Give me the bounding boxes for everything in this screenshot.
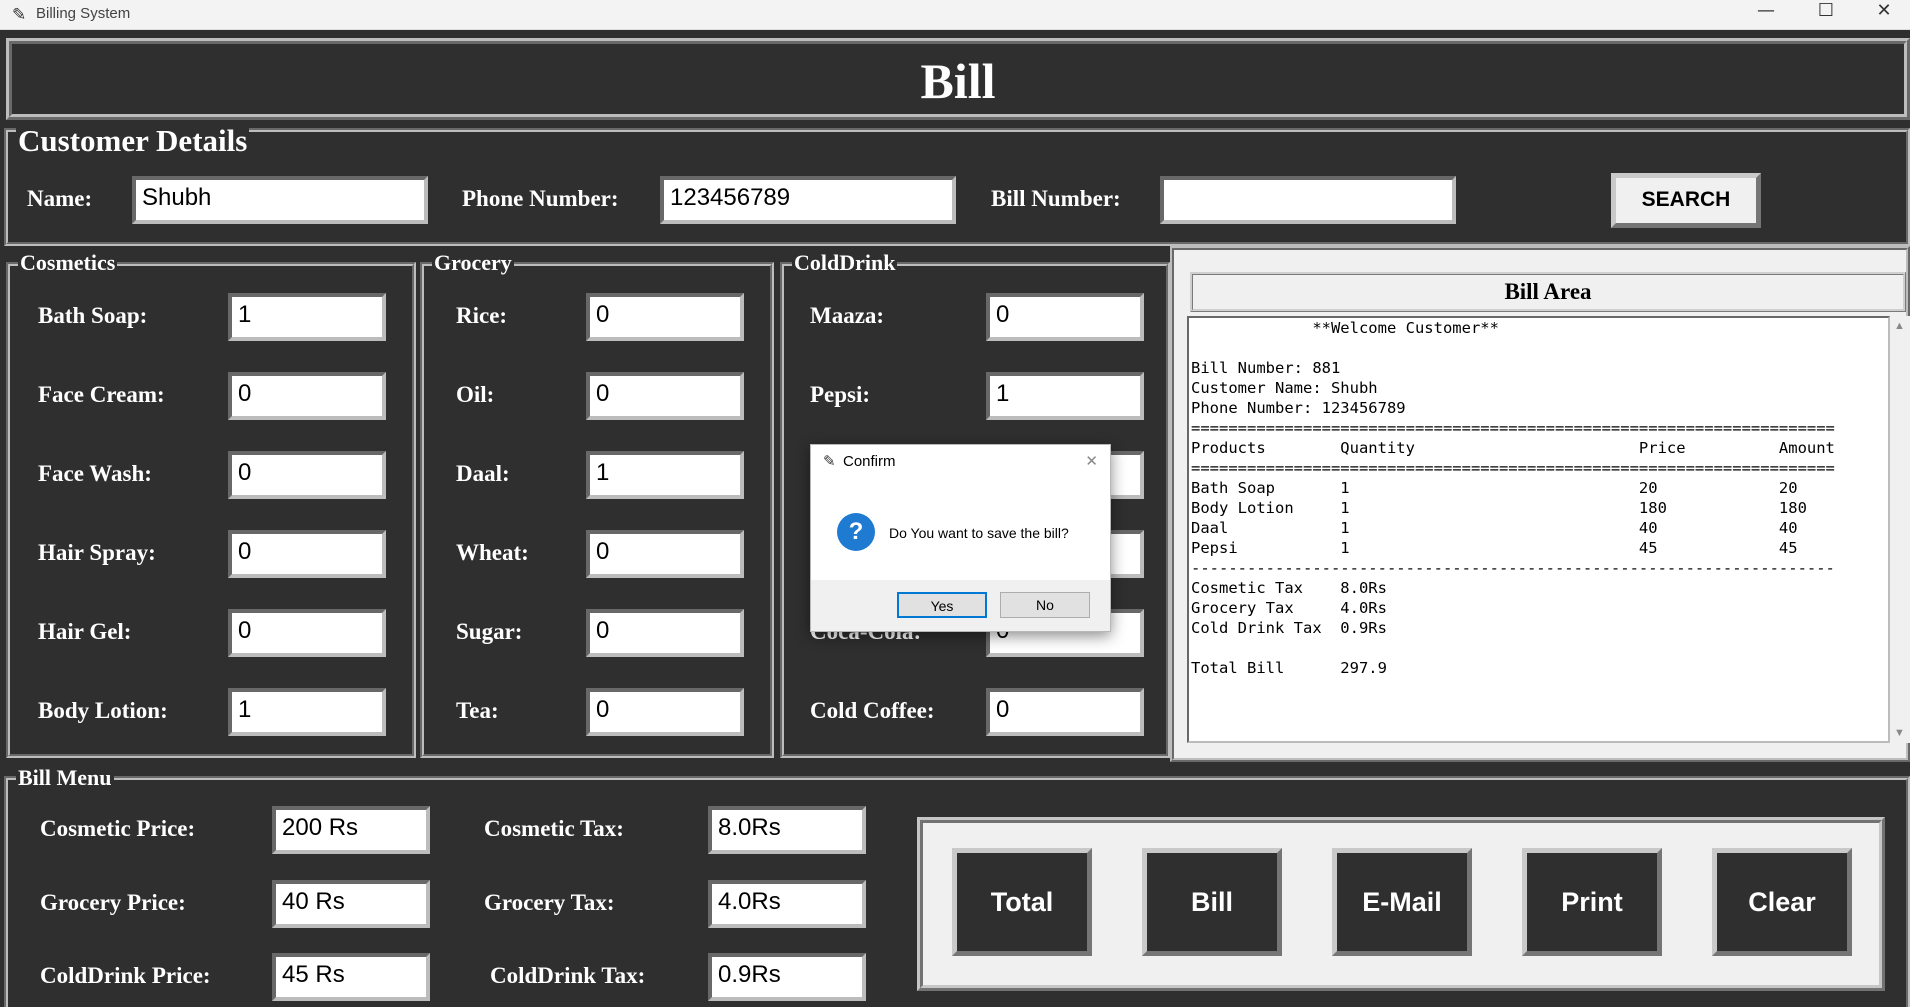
grocery-quantity-input[interactable]: 0 [586, 609, 744, 657]
colddrink-item-label: Maaza: [810, 303, 885, 328]
bill-text-line: Customer Name: Shubh [1191, 379, 1378, 397]
total-button[interactable]: Total [952, 848, 1092, 956]
grocery-title: Grocery [432, 250, 514, 275]
colddrink-quantity-input[interactable]: 0 [986, 688, 1144, 736]
bill-text-line: ========================================… [1191, 419, 1835, 437]
cosmetic-item-label: Hair Gel: [38, 619, 132, 644]
bill-text-line: Bill Number: 881 [1191, 359, 1341, 377]
bill-text-line: Grocery Tax 4.0Rs [1191, 599, 1387, 617]
colddrink-price-field[interactable]: 45 Rs [272, 953, 430, 1001]
colddrink-tax-field[interactable]: 0.9Rs [708, 953, 866, 1001]
phone-label: Phone Number: [462, 186, 619, 211]
print-button[interactable]: Print [1522, 848, 1662, 956]
bill-text-line: ----------------------------------------… [1191, 559, 1835, 577]
cosmetic-price-label: Cosmetic Price: [40, 816, 196, 841]
grocery-item-label: Wheat: [456, 540, 529, 565]
bill-text-line: Bath Soap 1 20 20 [1191, 479, 1798, 497]
bill-button[interactable]: Bill [1142, 848, 1282, 956]
grocery-quantity-input[interactable]: 0 [586, 688, 744, 736]
bill-area-title: Bill Area [1190, 272, 1906, 312]
grocery-tax-label: Grocery Tax: [484, 890, 615, 915]
cosmetic-quantity-input[interactable]: 0 [228, 372, 386, 420]
dialog-no-button[interactable]: No [1000, 592, 1090, 618]
cosmetic-item-label: Body Lotion: [38, 698, 168, 723]
name-label: Name: [27, 186, 93, 211]
email-button[interactable]: E-Mail [1332, 848, 1472, 956]
dialog-message: Do You want to save the bill? [889, 525, 1069, 541]
colddrink-title: ColdDrink [792, 250, 898, 275]
phone-input[interactable]: 123456789 [660, 176, 956, 224]
cosmetic-item-label: Face Cream: [38, 382, 165, 407]
grocery-quantity-input[interactable]: 0 [586, 372, 744, 420]
clear-button[interactable]: Clear [1712, 848, 1852, 956]
grocery-price-field[interactable]: 40 Rs [272, 880, 430, 928]
bill-menu-title: Bill Menu [16, 765, 114, 790]
bill-text-line: Products Quantity Price Amount [1191, 439, 1835, 457]
scroll-up-arrow-icon[interactable]: ▲ [1894, 320, 1905, 332]
search-button[interactable]: SEARCH [1611, 173, 1761, 228]
bill-text-line: Phone Number: 123456789 [1191, 399, 1406, 417]
maximize-button[interactable]: ☐ [1796, 0, 1856, 30]
bill-text-line: ========================================… [1191, 459, 1835, 477]
grocery-tax-field[interactable]: 4.0Rs [708, 880, 866, 928]
cosmetic-tax-field[interactable]: 8.0Rs [708, 806, 866, 854]
cosmetic-quantity-input[interactable]: 1 [228, 293, 386, 341]
bill-text-line: Cold Drink Tax 0.9Rs [1191, 619, 1387, 637]
grocery-item-label: Sugar: [456, 619, 523, 644]
bill-vertical-scrollbar[interactable]: ▲ ▼ [1890, 316, 1910, 743]
bill-number-label: Bill Number: [991, 186, 1121, 211]
window-titlebar: ✎ Billing System — ☐ ✕ [0, 0, 1910, 30]
bill-text-line: Pepsi 1 45 45 [1191, 539, 1798, 557]
colddrink-item-label: Cold Coffee: [810, 698, 935, 723]
question-icon: ? [837, 513, 875, 551]
cosmetic-item-label: Face Wash: [38, 461, 152, 486]
bill-text-line: Daal 1 40 40 [1191, 519, 1798, 537]
close-window-button[interactable]: ✕ [1854, 0, 1910, 30]
name-input[interactable]: Shubh [132, 176, 428, 224]
cosmetic-quantity-input[interactable]: 0 [228, 609, 386, 657]
colddrink-quantity-input[interactable]: 0 [986, 293, 1144, 341]
bill-text-line: Cosmetic Tax 8.0Rs [1191, 579, 1387, 597]
cosmetic-quantity-input[interactable]: 1 [228, 688, 386, 736]
grocery-item-label: Tea: [456, 698, 499, 723]
cosmetic-item-label: Hair Spray: [38, 540, 156, 565]
bill-number-input[interactable] [1160, 176, 1456, 224]
grocery-item-label: Oil: [456, 382, 495, 407]
cosmetic-quantity-input[interactable]: 0 [228, 451, 386, 499]
colddrink-tax-label: ColdDrink Tax: [490, 963, 646, 988]
window-title: Billing System [36, 5, 131, 22]
dialog-close-button[interactable]: ✕ [1085, 452, 1098, 470]
grocery-quantity-input[interactable]: 0 [586, 530, 744, 578]
colddrink-quantity-input[interactable]: 1 [986, 372, 1144, 420]
grocery-price-label: Grocery Price: [40, 890, 186, 915]
dialog-yes-button[interactable]: Yes [897, 592, 987, 618]
app-feather-icon: ✎ [12, 5, 27, 25]
header-banner: Bill [6, 38, 1910, 120]
customer-details-title: Customer Details [16, 123, 250, 158]
dialog-feather-icon: ✎ [823, 452, 836, 470]
cosmetic-price-field[interactable]: 200 Rs [272, 806, 430, 854]
cosmetic-item-label: Bath Soap: [38, 303, 148, 328]
page-title: Bill [920, 53, 996, 109]
cosmetics-title: Cosmetics [18, 250, 118, 275]
colddrink-item-label: Pepsi: [810, 382, 871, 407]
minimize-button[interactable]: — [1736, 0, 1796, 30]
scroll-down-arrow-icon[interactable]: ▼ [1894, 727, 1905, 739]
grocery-item-label: Daal: [456, 461, 510, 486]
dialog-footer: Yes No [811, 580, 1110, 631]
grocery-quantity-input[interactable]: 0 [586, 293, 744, 341]
cosmetic-tax-label: Cosmetic Tax: [484, 816, 624, 841]
grocery-item-label: Rice: [456, 303, 508, 328]
bill-text-line: Total Bill 297.9 [1191, 659, 1387, 677]
cosmetic-quantity-input[interactable]: 0 [228, 530, 386, 578]
colddrink-price-label: ColdDrink Price: [40, 963, 211, 988]
grocery-quantity-input[interactable]: 1 [586, 451, 744, 499]
confirm-dialog: ✎ Confirm ✕ ? Do You want to save the bi… [810, 444, 1111, 632]
bill-text-line: Body Lotion 1 180 180 [1191, 499, 1807, 517]
dialog-title: Confirm [843, 453, 896, 470]
bill-text-line: **Welcome Customer** [1191, 319, 1499, 337]
